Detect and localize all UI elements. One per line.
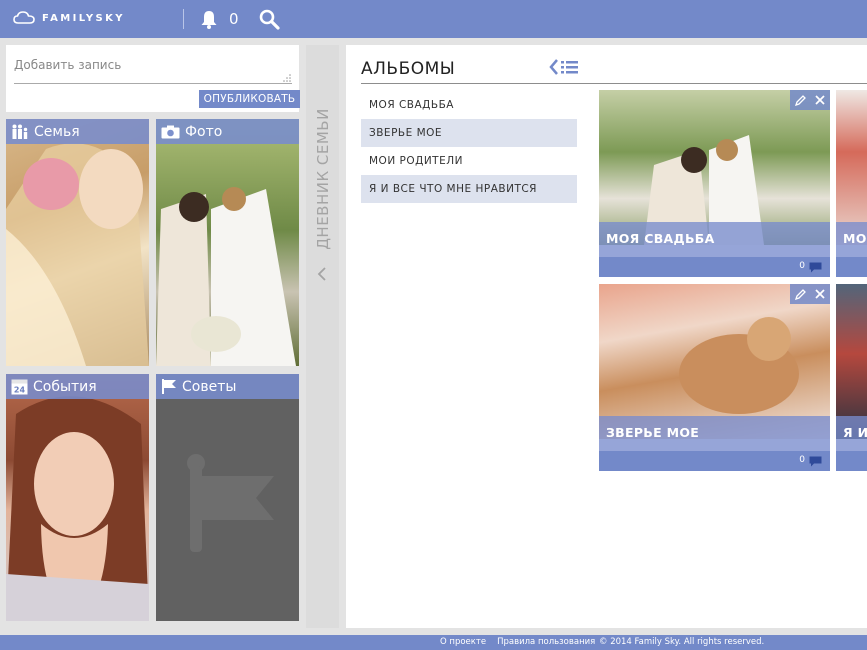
flag-watermark-icon <box>187 454 274 552</box>
flag-icon <box>162 379 176 394</box>
tips-tile-label: Советы <box>182 378 237 395</box>
cloud-logo-icon <box>13 11 35 24</box>
photo-tile[interactable]: Фото <box>156 119 299 366</box>
album-list: МОЯ СВАДЬБА ЗВЕРЬЕ МОЕ МОИ РОДИТЕЛИ Я И … <box>361 91 577 203</box>
smiling-woman-photo <box>6 396 149 621</box>
copyright: © 2014 Family Sky. All rights reserved. <box>599 637 765 647</box>
footer-links: О проекте Правила пользования <box>440 637 595 647</box>
albums-panel: АЛЬБОМЫ МОЯ СВАДЬБА ЗВЕРЬЕ МОЕ МОИ РОДИТ… <box>346 45 867 628</box>
album-card-footer: 0 <box>599 257 830 277</box>
publish-button[interactable]: ОПУБЛИКОВАТЬ <box>199 90 300 108</box>
album-list-item[interactable]: МОЯ СВАДЬБА <box>361 91 577 119</box>
title-divider <box>361 83 867 84</box>
comment-icon[interactable] <box>809 456 822 467</box>
family-tile[interactable]: Семья <box>6 119 149 366</box>
photo-tile-label: Фото <box>185 123 223 140</box>
post-input-underline <box>14 83 292 84</box>
edit-icon[interactable] <box>794 288 806 300</box>
family-diary-tab[interactable]: ДНЕВНИК СЕМЬИ <box>306 45 339 628</box>
album-list-item[interactable]: МОИ РОДИТЕЛИ <box>361 147 577 175</box>
comment-icon[interactable] <box>809 262 822 273</box>
album-card[interactable]: МОЯ СВАДЬБА 0 <box>599 90 830 277</box>
bell-icon[interactable] <box>200 10 218 29</box>
album-card-title: МО <box>836 222 867 257</box>
about-link[interactable]: О проекте <box>440 637 486 647</box>
svg-text:24: 24 <box>14 386 26 395</box>
events-tile-label: События <box>33 378 97 395</box>
photo-tile-header: Фото <box>156 119 299 144</box>
comment-count: 0 <box>799 455 805 465</box>
rules-link[interactable]: Правила пользования <box>497 637 595 647</box>
logo[interactable]: FAMILYSKY <box>13 11 125 25</box>
card-tools <box>790 90 830 110</box>
album-card-title: ЗВЕРЬЕ МОЕ <box>599 416 830 451</box>
wedding-photo <box>156 187 296 366</box>
search-icon[interactable] <box>259 9 280 30</box>
edit-icon[interactable] <box>794 94 806 106</box>
diary-label: ДНЕВНИК СЕМЬИ <box>313 108 332 250</box>
close-icon[interactable] <box>815 95 825 105</box>
header-divider <box>183 9 184 29</box>
family-icon <box>12 124 28 139</box>
card-tools <box>790 284 830 304</box>
album-card[interactable]: Я И <box>836 284 867 471</box>
family-photo <box>6 143 149 366</box>
family-tile-header: Семья <box>6 119 149 144</box>
tips-tile[interactable]: Советы <box>156 374 299 621</box>
close-icon[interactable] <box>815 289 825 299</box>
chevron-left-icon[interactable] <box>317 267 327 281</box>
comment-count: 0 <box>799 261 805 271</box>
camera-icon <box>161 125 180 138</box>
add-post-input[interactable] <box>6 45 299 85</box>
diary-label-wrap: ДНЕВНИК СЕМЬИ <box>310 59 335 299</box>
tips-tile-header: Советы <box>156 374 299 399</box>
album-card-title: Я И <box>836 416 867 451</box>
album-card-title: МОЯ СВАДЬБА <box>599 222 830 257</box>
album-list-item[interactable]: ЗВЕРЬЕ МОЕ <box>361 119 577 147</box>
album-card[interactable]: МО <box>836 90 867 277</box>
top-bar: FAMILYSKY 0 <box>0 0 867 38</box>
calendar-icon: 24 <box>11 379 28 395</box>
add-post-box: ОПУБЛИКОВАТЬ <box>6 45 300 112</box>
album-list-item[interactable]: Я И ВСЕ ЧТО МНЕ НРАВИТСЯ <box>361 175 577 203</box>
events-tile[interactable]: 24 События <box>6 374 149 621</box>
collapse-list-icon[interactable] <box>549 58 581 76</box>
family-tile-label: Семья <box>34 123 80 140</box>
logo-text: FAMILYSKY <box>42 12 125 24</box>
album-card-footer <box>836 451 867 471</box>
album-card[interactable]: ЗВЕРЬЕ МОЕ 0 <box>599 284 830 471</box>
resize-grip-icon[interactable] <box>282 73 291 82</box>
album-card-footer: 0 <box>599 451 830 471</box>
notification-count[interactable]: 0 <box>229 10 239 28</box>
page-title: АЛЬБОМЫ <box>361 59 456 79</box>
events-tile-header: 24 События <box>6 374 149 399</box>
footer: О проекте Правила пользования © 2014 Fam… <box>0 635 867 650</box>
album-card-footer <box>836 257 867 277</box>
